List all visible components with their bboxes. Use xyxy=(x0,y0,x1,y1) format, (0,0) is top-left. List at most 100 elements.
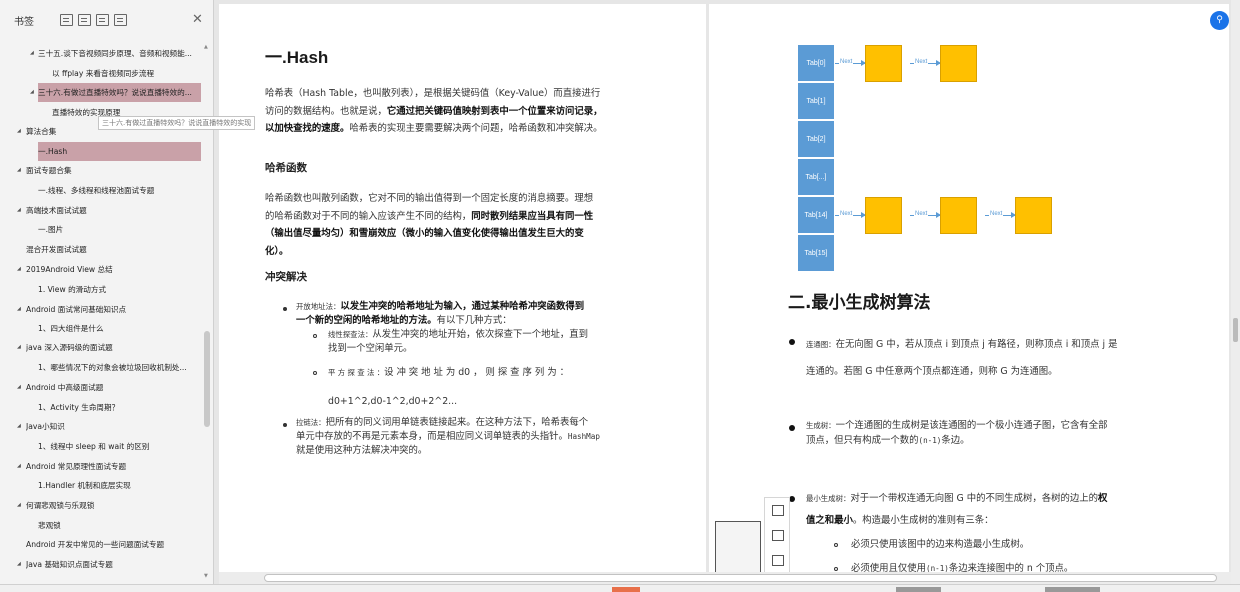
pdf-page-left: 一.Hash 哈希表（Hash Table，也叫散列表），是根据关键码值（Key… xyxy=(219,4,706,572)
chain-node xyxy=(940,45,977,82)
next-label: Next xyxy=(839,211,854,217)
mst-item: 最小生成树：对于一个带权连通无向图 G 中的不同生成树，各树的边上的权 值之和最… xyxy=(806,493,1108,526)
table-icon[interactable] xyxy=(772,555,784,566)
bookmark-item[interactable]: 1、四大组件是什么 xyxy=(38,319,198,338)
bookmark-options-icon[interactable] xyxy=(114,14,127,26)
expand-caret-icon[interactable]: ◢ xyxy=(17,496,25,515)
add-bookmark-icon[interactable] xyxy=(96,14,109,26)
mst-rule-1: 必须只使用该图中的边来构造最小生成树。 xyxy=(851,539,1030,550)
hash-bucket: Tab[14] xyxy=(797,196,835,234)
expand-caret-icon[interactable]: ◢ xyxy=(17,378,25,397)
heading-conflict: 冲突解决 xyxy=(265,271,307,283)
collapse-all-icon[interactable] xyxy=(78,14,91,26)
bookmark-item[interactable]: Java小知识 xyxy=(26,417,198,436)
bookmark-item[interactable]: 三十五.谈下音视频同步原理、音频和视频能... xyxy=(38,44,198,63)
bookmark-item[interactable]: 以 ffplay 来看音视频同步流程 xyxy=(52,64,198,83)
link-icon[interactable]: ⚲ xyxy=(1210,11,1229,30)
connected-graph-item: 连通图：在无向图 G 中，若从顶点 i 到顶点 j 有路径，则称顶点 i 和顶点… xyxy=(806,339,1118,377)
next-label: Next xyxy=(914,59,929,65)
expand-caret-icon[interactable]: ◢ xyxy=(17,555,25,574)
status-indicator xyxy=(612,587,640,592)
pdf-page-right: Tab[0] Tab[1] Tab[2] Tab[...] Tab[14] Tab[15]… xyxy=(709,4,1229,572)
bullet-dot xyxy=(283,423,287,427)
expand-caret-icon[interactable]: ◢ xyxy=(17,260,25,279)
hash-chain-diagram: Tab[0] Tab[1] Tab[2] Tab[...] Tab[14] Tab[15]… xyxy=(791,44,1081,284)
expand-caret-icon[interactable]: ◢ xyxy=(17,338,25,357)
hash-bucket: Tab[15] xyxy=(797,234,835,272)
zoom-control[interactable] xyxy=(1045,587,1100,592)
bookmark-item[interactable]: 1、线程中 sleep 和 wait 的区别 xyxy=(38,437,198,456)
expand-caret-icon[interactable]: ◢ xyxy=(17,122,25,141)
bookmark-item[interactable]: 面试专题合集 xyxy=(26,161,198,180)
hash-bucket: Tab[1] xyxy=(797,82,835,120)
bookmark-tooltip: 三十六.有做过直播特效吗？说说直播特效的实现 xyxy=(98,116,256,130)
sub-bullet xyxy=(313,334,317,338)
sub-bullet xyxy=(834,567,838,571)
heading-mst: 二.最小生成树算法 xyxy=(788,293,931,313)
bullet-dot xyxy=(789,425,795,431)
expand-caret-icon[interactable]: ◢ xyxy=(17,161,25,180)
expand-caret-icon[interactable]: ◢ xyxy=(17,201,25,220)
chain-node xyxy=(940,197,977,234)
scroll-down-icon[interactable]: ▼ xyxy=(204,573,208,579)
linear-probe-item: 线性探查法：从发生冲突的地址开始，依次探查下一个地址，直到 找到一个空闲单元。 xyxy=(328,329,588,354)
bookmark-item[interactable]: 一.Hash xyxy=(38,142,201,161)
hash-bucket: Tab[...] xyxy=(797,158,835,196)
open-addressing-item: 开放地址法：以发生冲突的哈希地址为输入，通过某种哈希冲突函数得到 一个新的空闲的… xyxy=(296,301,585,326)
probe-sequence: d0+1^2,d0-1^2,d0+2^2... xyxy=(328,396,458,407)
bookmark-item[interactable]: 1、Activity 生命周期？ xyxy=(38,398,198,417)
close-icon[interactable]: ✕ xyxy=(192,13,203,27)
vertical-scroll-thumb[interactable] xyxy=(1233,318,1238,342)
pdf-reader-window: 书签 ✕ ◢ 三十五.谈下音视频同步原理、音频和视频能... 以 ffplay 来看… xyxy=(0,0,1240,592)
hash-intro: 哈希表（Hash Table，也叫散列表），是根据关键码值（Key-Value）… xyxy=(265,88,603,134)
next-label: Next xyxy=(989,211,1004,217)
sub-bullet xyxy=(834,543,838,547)
chain-node xyxy=(865,45,902,82)
expand-caret-icon[interactable]: ◢ xyxy=(30,44,38,63)
bookmark-item[interactable]: 1、哪些情况下的对象会被垃圾回收机制处... xyxy=(38,358,198,377)
hash-bucket: Tab[0] xyxy=(797,44,835,82)
expand-caret-icon[interactable]: ◢ xyxy=(17,300,25,319)
bookmark-item[interactable]: java 深入源码级的面试题 xyxy=(26,338,198,357)
sub-bullet xyxy=(313,371,317,375)
bookmark-item[interactable]: 1.Handler 机制和底层实现 xyxy=(38,476,198,495)
hash-function-text: 哈希函数也叫散列函数，它对不同的输出值得到一个固定长度的消息摘要。理想 的哈希函… xyxy=(265,193,594,257)
note-icon[interactable] xyxy=(772,530,784,541)
chaining-item: 拉链法：把所有的同义词用单链表链接起来。在这种方法下，哈希表每个 单元中存放的不… xyxy=(296,417,600,456)
bookmark-item[interactable]: Android 中高级面试题 xyxy=(26,378,198,397)
bookmark-item[interactable]: 高端技术面试试题 xyxy=(26,201,198,220)
bookmark-item[interactable]: Java 基础知识点面试专题 xyxy=(26,555,198,574)
scroll-up-icon[interactable]: ▲ xyxy=(204,44,208,50)
thumbnail-preview[interactable] xyxy=(715,521,761,572)
horizontal-scroll-thumb[interactable] xyxy=(264,574,1217,582)
bookmark-item[interactable]: 1. View 的滑动方式 xyxy=(38,280,198,299)
bookmark-item[interactable]: 悲观锁 xyxy=(38,516,198,535)
chain-node xyxy=(1015,197,1052,234)
floating-toolbar xyxy=(764,497,790,572)
expand-caret-icon[interactable]: ◢ xyxy=(17,457,25,476)
expand-caret-icon[interactable]: ◢ xyxy=(30,83,38,102)
bookmark-item[interactable]: 何谓悲观锁与乐观锁 xyxy=(26,496,198,515)
bookmark-item[interactable]: Android 常见原理性面试专题 xyxy=(26,457,198,476)
bookmark-sidebar: 书签 ✕ ◢ 三十五.谈下音视频同步原理、音频和视频能... 以 ffplay 来看… xyxy=(0,0,214,584)
vertical-scrollbar[interactable] xyxy=(1231,0,1240,584)
bookmark-item[interactable]: Android 面试常问基础知识点 xyxy=(26,300,198,319)
horizontal-scrollbar[interactable] xyxy=(219,572,1231,584)
expand-all-icon[interactable] xyxy=(60,14,73,26)
bookmark-item[interactable]: 2019Android View 总结 xyxy=(26,260,198,279)
expand-caret-icon[interactable]: ◢ xyxy=(17,417,25,436)
bookmark-item[interactable]: 混合开发面试试题 xyxy=(26,240,198,259)
bookmark-item[interactable]: 三十六.有做过直播特效吗？说说直播特效的... xyxy=(38,83,201,102)
sidebar-title: 书签 xyxy=(14,16,34,28)
next-label: Next xyxy=(914,211,929,217)
bullet-dot xyxy=(789,339,795,345)
sidebar-toolbar xyxy=(60,14,127,26)
bookmark-item[interactable]: Android 开发中常见的一些问题面试专题 xyxy=(26,535,198,554)
mst-rule-2: 必须使用且仅使用(n-1)条边来连接图中的 n 个顶点。 xyxy=(851,563,1074,572)
image-icon[interactable] xyxy=(772,505,784,516)
document-view[interactable]: 一.Hash 哈希表（Hash Table，也叫散列表），是根据关键码值（Key… xyxy=(219,0,1229,572)
bookmark-item[interactable]: 一.图片 xyxy=(38,220,198,239)
bookmark-item[interactable]: 一.线程、多线程和线程池面试专题 xyxy=(38,181,198,200)
sidebar-scroll-thumb[interactable] xyxy=(204,331,210,427)
view-mode-buttons[interactable] xyxy=(896,587,941,592)
